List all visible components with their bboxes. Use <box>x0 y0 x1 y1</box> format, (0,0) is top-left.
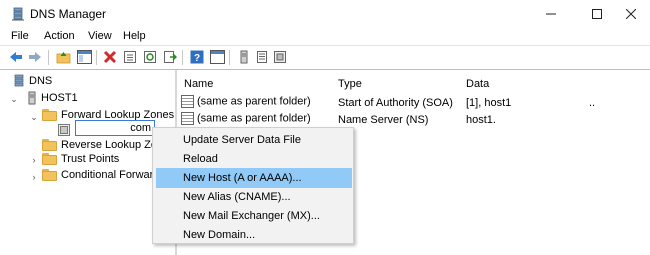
column-header-type[interactable]: Type <box>338 78 362 90</box>
zone-button[interactable] <box>272 49 288 65</box>
menu-item-new-host[interactable]: New Host (A or AAAA)... <box>156 168 352 188</box>
record-name: (same as parent folder) <box>197 95 311 108</box>
server-button[interactable] <box>236 49 252 65</box>
title-bar: DNS Manager <box>0 0 650 28</box>
console-icon <box>209 50 225 64</box>
forward-button[interactable] <box>27 49 43 65</box>
minimize-icon <box>546 13 556 15</box>
tree-label-forward-lookup-zones: Forward Lookup Zones <box>61 108 175 121</box>
window-title: DNS Manager <box>30 7 107 21</box>
list-icon <box>257 51 267 63</box>
minimize-button[interactable] <box>528 0 574 28</box>
record-name: (same as parent folder) <box>197 112 311 125</box>
table-row[interactable]: (same as parent folder) <box>181 112 311 125</box>
close-button[interactable] <box>608 0 650 28</box>
menu-bar: File Action View Help <box>0 28 650 46</box>
folder-icon <box>42 108 57 121</box>
chevron-down-icon[interactable]: ⌄ <box>9 94 19 104</box>
folder-icon <box>42 168 57 181</box>
svg-text:?: ? <box>194 53 200 64</box>
context-menu: Update Server Data File Reload New Host … <box>152 127 354 244</box>
export-icon <box>164 51 177 63</box>
up-one-level-button[interactable] <box>55 49 71 65</box>
menu-item-new-domain[interactable]: New Domain... <box>156 225 352 245</box>
table-row[interactable]: (same as parent folder) <box>181 95 311 108</box>
tree-label-host1: HOST1 <box>41 91 78 104</box>
record-data: host1. <box>466 114 496 126</box>
maximize-icon <box>592 9 602 19</box>
menu-action[interactable]: Action <box>44 30 75 42</box>
zone-rename-input[interactable]: com <box>75 120 155 136</box>
tree-label-trust-points: Trust Points <box>61 152 120 165</box>
column-header-name[interactable]: Name <box>184 78 213 90</box>
menu-file[interactable]: File <box>11 30 29 42</box>
folder-icon <box>42 152 57 165</box>
refresh-icon <box>144 51 156 63</box>
console-button[interactable] <box>209 49 225 65</box>
back-button[interactable] <box>8 49 24 65</box>
menu-item-new-alias[interactable]: New Alias (CNAME)... <box>156 187 352 207</box>
chevron-right-icon[interactable]: › <box>29 172 39 182</box>
menu-view[interactable]: View <box>88 30 112 42</box>
close-icon <box>626 9 636 19</box>
tree-item-trust-points[interactable]: Trust Points <box>42 150 119 167</box>
record-icon <box>181 112 194 125</box>
delete-button[interactable] <box>102 49 118 65</box>
record-data-overflow: .. <box>589 97 596 109</box>
console-tree: DNS ⌄ HOST1 ⌄ Forward Lookup Zones Rever… <box>0 70 175 255</box>
zone-icon <box>274 51 286 63</box>
properties-button[interactable] <box>122 49 138 65</box>
record-icon <box>181 95 194 108</box>
record-type: Name Server (NS) <box>338 114 429 126</box>
folder-icon <box>42 138 57 151</box>
delete-icon <box>103 50 117 64</box>
server-icon <box>28 91 36 104</box>
dns-manager-icon <box>12 7 24 21</box>
zone-file-icon <box>58 123 70 136</box>
menu-item-update-server-data-file[interactable]: Update Server Data File <box>156 130 352 150</box>
back-icon <box>10 52 22 62</box>
list-button[interactable] <box>254 49 270 65</box>
help-button[interactable]: ? <box>189 49 205 65</box>
chevron-down-icon[interactable]: ⌄ <box>29 112 39 122</box>
chevron-right-icon[interactable]: › <box>29 155 39 165</box>
show-hide-tree-icon <box>76 50 92 64</box>
up-folder-icon <box>56 52 70 64</box>
column-header-data[interactable]: Data <box>466 78 489 90</box>
dns-icon <box>14 74 24 87</box>
toolbar: ? <box>0 46 650 68</box>
record-type: Start of Authority (SOA) <box>338 97 453 109</box>
menu-item-new-mail-exchanger[interactable]: New Mail Exchanger (MX)... <box>156 206 352 226</box>
menu-item-reload[interactable]: Reload <box>156 149 352 169</box>
tree-label-dns: DNS <box>29 74 53 87</box>
refresh-button[interactable] <box>142 49 158 65</box>
record-data: [1], host1 <box>466 97 512 109</box>
help-icon: ? <box>190 50 204 64</box>
tree-item-host1[interactable]: HOST1 <box>27 89 78 106</box>
tree-item-dns[interactable]: DNS <box>13 72 52 89</box>
zone-rename-text: com <box>130 122 151 134</box>
menu-help[interactable]: Help <box>123 30 146 42</box>
server-icon <box>240 50 248 64</box>
show-hide-tree-button[interactable] <box>76 49 92 65</box>
forward-icon <box>29 52 41 62</box>
export-list-button[interactable] <box>162 49 178 65</box>
properties-icon <box>124 51 136 63</box>
